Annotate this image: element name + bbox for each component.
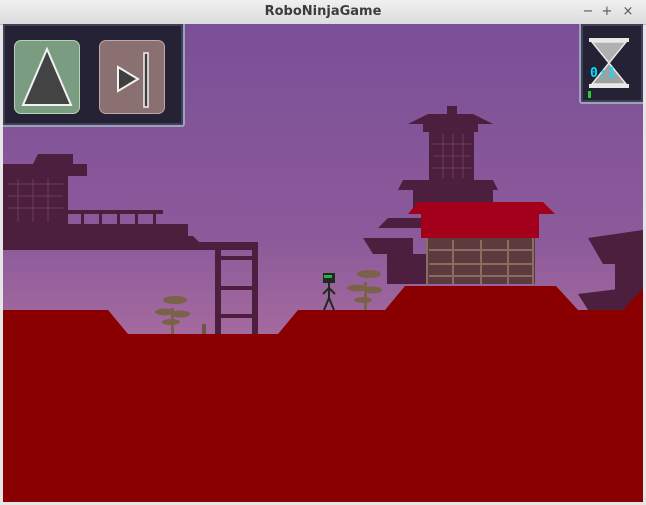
title-bar[interactable]: RoboNinjaGame − + × (0, 0, 646, 25)
controls-panel (3, 24, 185, 127)
game-canvas[interactable]: 0:1 (3, 24, 643, 502)
ground (3, 286, 643, 502)
close-button[interactable]: × (620, 4, 636, 20)
maximize-button[interactable]: + (599, 4, 615, 20)
red-pavilion (408, 202, 555, 286)
stone-post (202, 324, 206, 334)
skip-button[interactable] (99, 40, 165, 114)
minimize-button[interactable]: − (580, 4, 596, 20)
progress-bar (588, 91, 591, 98)
counter-text: 0:1 (590, 66, 617, 81)
skip-forward-icon (117, 52, 149, 108)
triangle-up-icon (21, 46, 73, 106)
timer-panel: 0:1 (579, 24, 643, 104)
app-window: RoboNinjaGame − + × 0:1 (0, 0, 646, 505)
window-title: RoboNinjaGame (264, 4, 382, 19)
jump-button[interactable] (14, 40, 80, 114)
